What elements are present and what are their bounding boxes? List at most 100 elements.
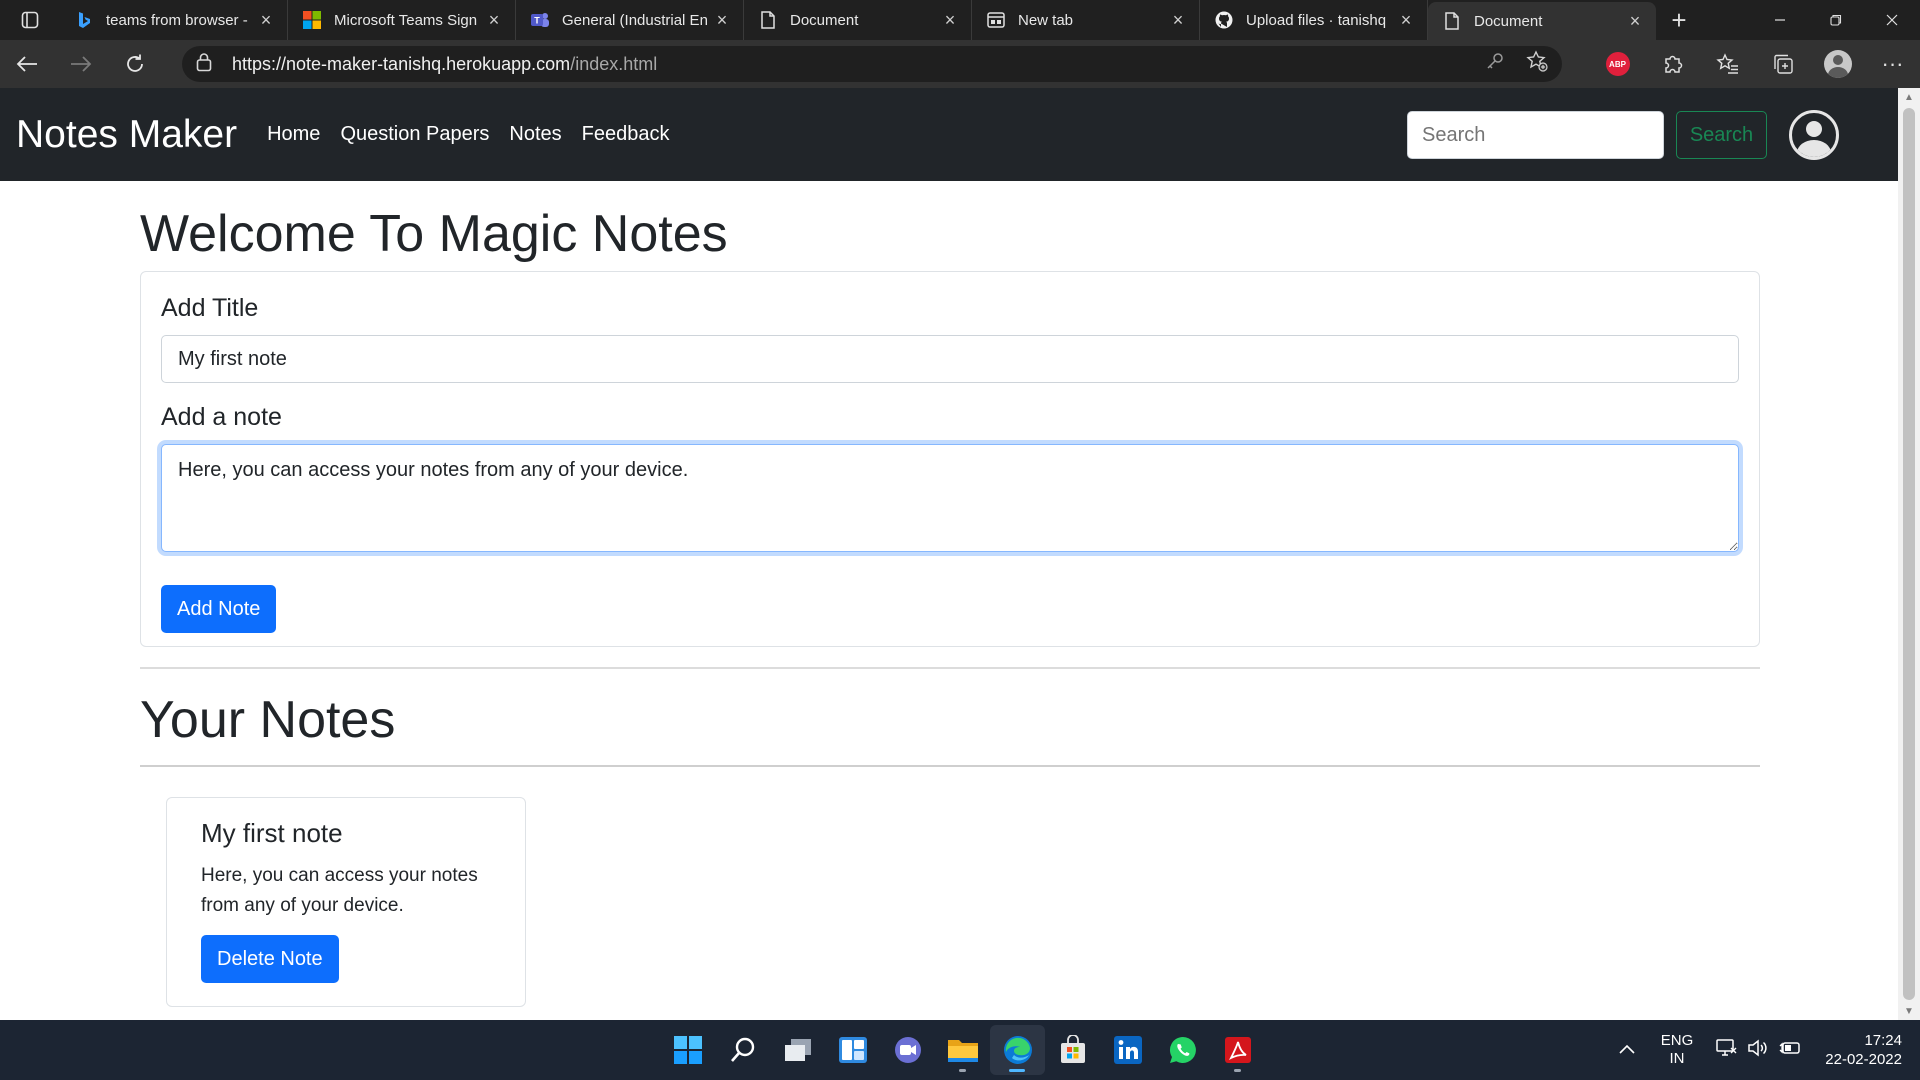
tab-close-icon[interactable]: × <box>941 10 959 31</box>
url-host: https://note-maker-tanishq.herokuapp.com <box>232 53 571 74</box>
scroll-down-arrow-icon[interactable]: ▼ <box>1898 1002 1920 1020</box>
browser-tab[interactable]: New tab × <box>972 0 1200 40</box>
add-favorite-icon[interactable] <box>1526 50 1548 78</box>
forward-button[interactable] <box>54 40 108 88</box>
profile-avatar-icon <box>1823 50 1852 78</box>
browser-tab[interactable]: Upload files · tanishq × <box>1200 0 1428 40</box>
volume-icon[interactable] <box>1747 1038 1769 1063</box>
close-icon <box>1886 14 1898 26</box>
search-input[interactable] <box>1407 111 1664 159</box>
user-avatar-icon[interactable] <box>1789 110 1839 160</box>
taskbar-search-button[interactable] <box>715 1025 770 1075</box>
tab-close-icon[interactable]: × <box>713 10 731 31</box>
battery-icon[interactable] <box>1779 1038 1801 1063</box>
title-input[interactable] <box>161 335 1739 383</box>
browser-tab[interactable]: teams from browser - × <box>60 0 288 40</box>
show-hidden-icons-chevron-icon[interactable] <box>1619 1041 1635 1059</box>
browser-tab[interactable]: Microsoft Teams Sign × <box>288 0 516 40</box>
collections-icon <box>1773 54 1793 74</box>
extensions-button[interactable] <box>1645 40 1700 88</box>
tab-close-icon[interactable]: × <box>1169 10 1187 31</box>
scroll-thumb[interactable] <box>1903 108 1915 1000</box>
store-icon <box>1060 1035 1085 1063</box>
main-container: Welcome To Magic Notes Add Title Add a n… <box>140 181 1760 1007</box>
acrobat-icon <box>1224 1037 1251 1063</box>
tab-title: New tab <box>1018 11 1074 29</box>
notes-heading: Your Notes <box>140 691 396 749</box>
windows-taskbar: ENG IN 17:24 22-02-2022 <box>0 1020 1920 1080</box>
plus-icon: + <box>1671 4 1687 35</box>
adblock-plus-icon: ABP <box>1605 52 1630 76</box>
start-button[interactable] <box>660 1025 715 1075</box>
nav-link-home[interactable]: Home <box>267 123 320 146</box>
key-icon[interactable] <box>1486 52 1504 76</box>
settings-more-button[interactable]: ··· <box>1865 40 1920 88</box>
file-explorer-button[interactable] <box>935 1025 990 1075</box>
browser-tab-strip: teams from browser - × Microsoft Teams S… <box>0 0 1920 40</box>
input-language-indicator[interactable]: ENG IN <box>1661 1032 1694 1068</box>
tab-close-icon[interactable]: × <box>485 10 503 31</box>
url-text[interactable]: https://note-maker-tanishq.herokuapp.com… <box>232 54 657 75</box>
adblock-extension-button[interactable]: ABP <box>1590 40 1645 88</box>
tab-title: General (Industrial En <box>562 11 708 29</box>
document-icon <box>1442 11 1462 31</box>
nav-link-question-papers[interactable]: Question Papers <box>340 123 489 146</box>
close-window-button[interactable] <box>1864 0 1920 40</box>
puzzle-icon <box>1664 55 1682 73</box>
tab-close-icon[interactable]: × <box>257 10 275 31</box>
browser-tab[interactable]: Document × <box>744 0 972 40</box>
restore-button[interactable] <box>1808 0 1864 40</box>
search-icon <box>730 1037 754 1062</box>
note-card-title: My first note <box>201 818 343 848</box>
profile-button[interactable] <box>1810 40 1865 88</box>
new-tab-button[interactable]: + <box>1656 0 1702 40</box>
tab-title: Microsoft Teams Sign <box>334 11 478 29</box>
window-controls <box>1752 0 1920 40</box>
browser-toolbar: https://note-maker-tanishq.herokuapp.com… <box>0 40 1920 88</box>
microsoft-store-button[interactable] <box>1045 1025 1100 1075</box>
add-note-button[interactable]: Add Note <box>161 585 277 633</box>
tab-title: Upload files · tanishq <box>1246 11 1387 29</box>
navbar-brand[interactable]: Notes Maker <box>16 113 237 157</box>
add-note-form: Add Title Add a note Here, you can acces… <box>140 271 1760 647</box>
edge-browser-button[interactable] <box>990 1025 1045 1075</box>
edge-icon <box>1003 1036 1032 1064</box>
nav-link-feedback[interactable]: Feedback <box>582 123 670 146</box>
browser-tab-active[interactable]: Document × <box>1428 2 1656 40</box>
acrobat-button[interactable] <box>1210 1025 1265 1075</box>
note-textarea[interactable]: Here, you can access your notes from any… <box>161 444 1739 552</box>
tab-close-icon[interactable]: × <box>1626 11 1644 32</box>
favorites-button[interactable] <box>1700 40 1755 88</box>
scroll-up-arrow-icon[interactable]: ▲ <box>1898 88 1920 106</box>
teams-chat-button[interactable] <box>880 1025 935 1075</box>
tab-close-icon[interactable]: × <box>1397 10 1415 31</box>
page-scrollbar[interactable]: ▲ ▼ <box>1898 88 1920 1020</box>
minimize-icon <box>1775 19 1785 21</box>
refresh-button[interactable] <box>108 40 162 88</box>
widgets-button[interactable] <box>825 1025 880 1075</box>
nav-link-notes[interactable]: Notes <box>509 123 561 146</box>
task-view-button[interactable] <box>770 1025 825 1075</box>
browser-tab[interactable]: T General (Industrial En × <box>516 0 744 40</box>
system-clock[interactable]: 17:24 22-02-2022 <box>1825 1031 1902 1069</box>
linkedin-button[interactable] <box>1100 1025 1155 1075</box>
whatsapp-button[interactable] <box>1155 1025 1210 1075</box>
search-button[interactable]: Search <box>1676 111 1767 159</box>
back-button[interactable] <box>0 40 54 88</box>
language-code: ENG <box>1660 1032 1694 1049</box>
lock-icon[interactable] <box>196 52 218 77</box>
page-title: Welcome To Magic Notes <box>140 205 728 263</box>
delete-note-button[interactable]: Delete Note <box>201 935 339 983</box>
minimize-button[interactable] <box>1752 0 1808 40</box>
microsoft-logo-icon <box>302 10 322 30</box>
restore-icon <box>1830 14 1842 26</box>
collections-button[interactable] <box>1755 40 1810 88</box>
network-icon[interactable] <box>1715 1038 1737 1063</box>
title-label: Add Title <box>161 294 259 322</box>
note-label: Add a note <box>161 403 282 431</box>
site-navbar: Notes Maker Home Question Papers Notes F… <box>0 88 1898 181</box>
address-bar[interactable]: https://note-maker-tanishq.herokuapp.com… <box>182 46 1562 82</box>
clock-time: 17:24 <box>1864 1032 1902 1049</box>
bing-icon <box>74 10 94 30</box>
tab-actions-button[interactable] <box>0 0 60 40</box>
